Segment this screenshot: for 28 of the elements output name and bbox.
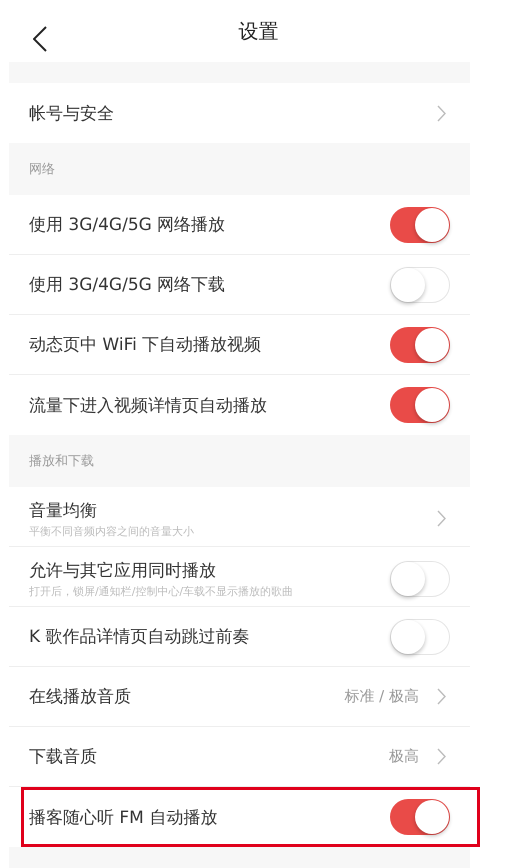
setting-description: 平衡不同音频内容之间的音量大小: [29, 524, 195, 538]
setting-description: 打开后，锁屏/通知栏/控制中心/车载不显示播放的歌曲: [29, 584, 294, 598]
setting-label: 使用 3G/4G/5G 网络下载: [29, 274, 226, 296]
toggle-switch[interactable]: [390, 326, 450, 362]
setting-label: 帐号与安全: [29, 102, 115, 124]
setting-label: 流量下进入视频详情页自动播放: [29, 394, 268, 416]
section-header: 网络: [9, 143, 470, 195]
setting-value: 标准 / 极高: [344, 687, 419, 706]
setting-label: 下载音质: [29, 746, 98, 768]
chevron-right-icon: [437, 688, 446, 705]
toggle-switch[interactable]: [390, 206, 450, 242]
toggle-switch[interactable]: [390, 799, 450, 835]
page-title: 设置: [238, 18, 278, 44]
setting-label: 动态页中 WiFi 下自动播放视频: [29, 334, 262, 356]
chevron-right-icon: [437, 104, 446, 122]
back-icon[interactable]: [33, 26, 47, 52]
setting-value: 极高: [389, 747, 419, 766]
setting-label: 在线播放音质: [29, 686, 132, 708]
setting-label: K 歌作品详情页自动跳过前奏: [29, 626, 251, 648]
setting-label: 使用 3G/4G/5G 网络播放: [29, 214, 226, 236]
section-header: 播放和下载: [9, 435, 470, 487]
setting-label: 允许与其它应用同时播放: [29, 560, 217, 582]
chevron-right-icon: [437, 748, 446, 765]
setting-label: 播客随心听 FM 自动播放: [29, 806, 218, 828]
chevron-right-icon: [437, 510, 446, 527]
setting-label: 音量均衡: [29, 500, 98, 522]
toggle-switch[interactable]: [390, 387, 450, 423]
highlighted-setting-row[interactable]: 播客随心听 FM 自动播放: [21, 787, 480, 847]
